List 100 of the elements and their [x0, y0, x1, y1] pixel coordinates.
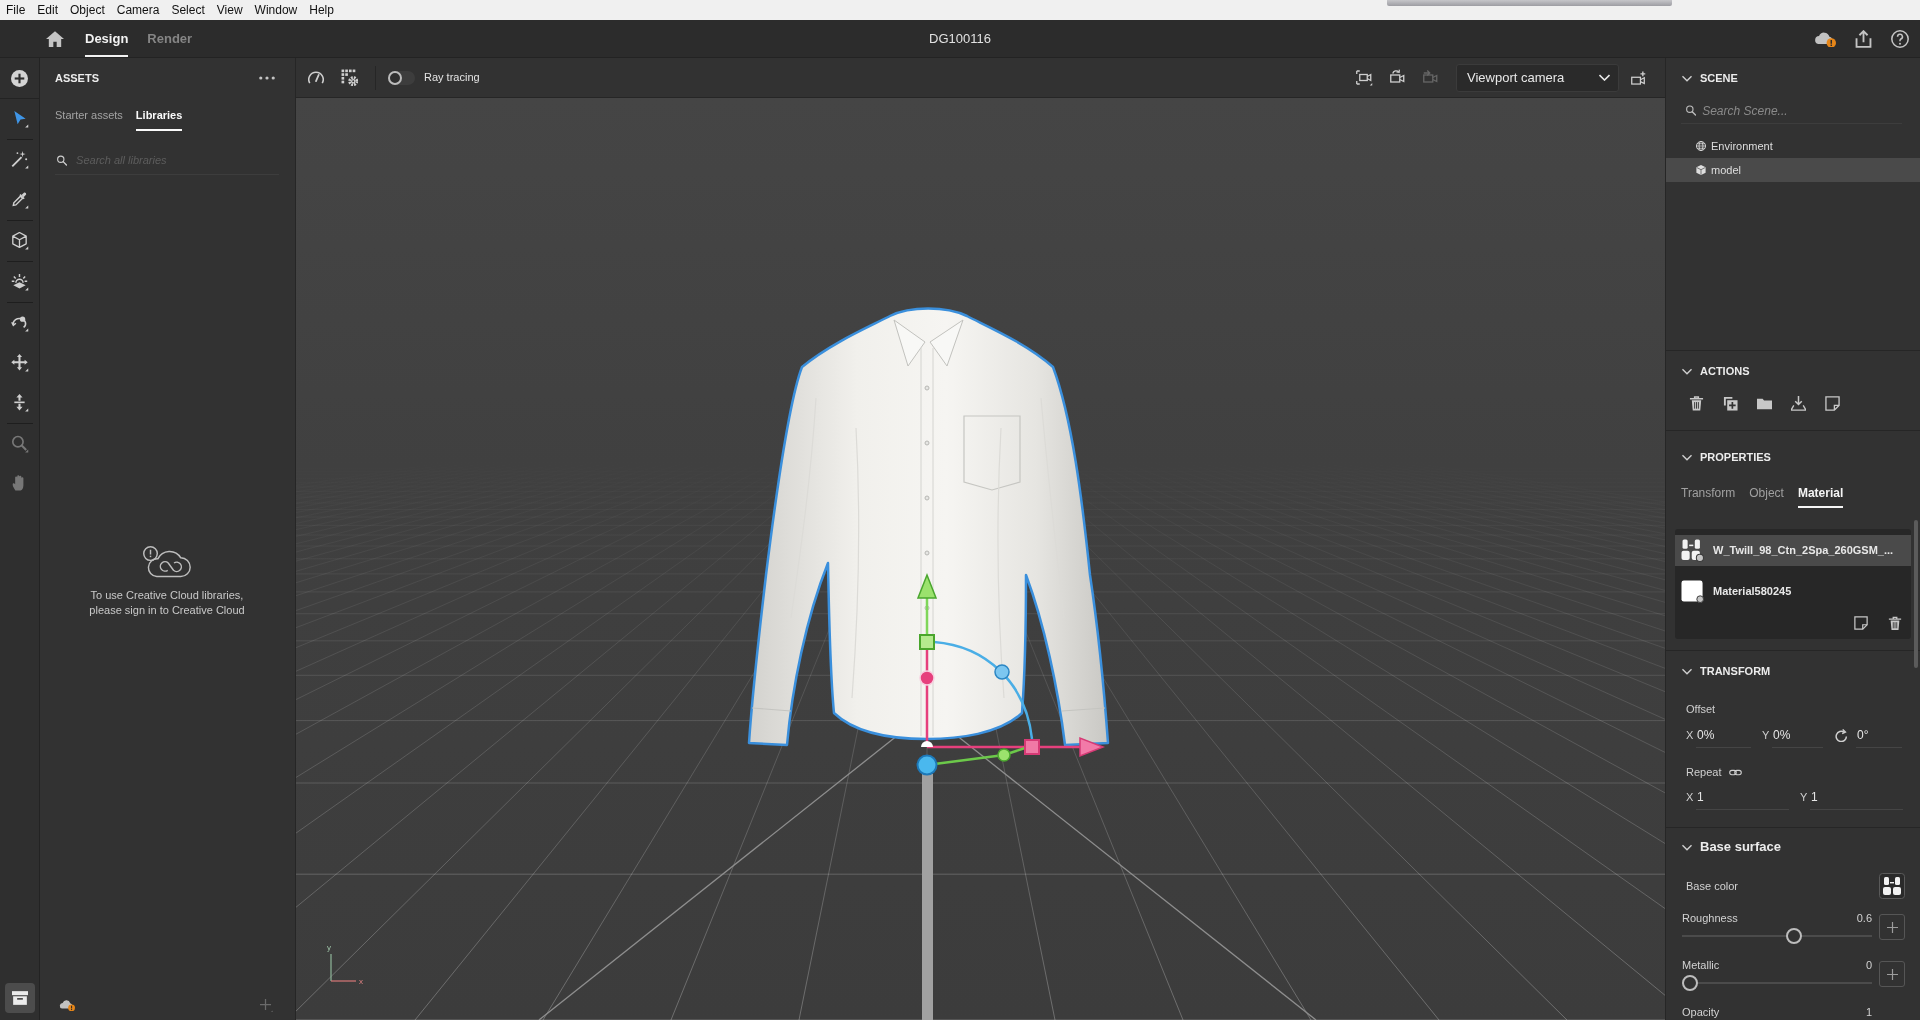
home-icon — [46, 30, 64, 47]
section-title: PROPERTIES — [1700, 449, 1771, 465]
archive-box-icon — [11, 991, 28, 1005]
download-tray-icon — [1790, 395, 1806, 411]
axis-label: Y — [1800, 789, 1809, 805]
material-item[interactable]: W_Twill_98_Ctn_2Spa_260GSM_... — [1675, 535, 1911, 566]
chevron-icon[interactable] — [1682, 74, 1692, 82]
document-title: DG100116 — [929, 29, 991, 48]
cloud-warning-icon — [59, 999, 75, 1011]
transform-gizmo[interactable] — [916, 572, 1106, 776]
share-button[interactable] — [1855, 29, 1872, 48]
page-curl-icon — [1824, 395, 1840, 411]
link-icon[interactable] — [1729, 768, 1743, 776]
axis-label: X — [1686, 727, 1695, 743]
camera-frame-icon — [1355, 69, 1373, 86]
tree-item[interactable]: Environment — [1666, 134, 1920, 158]
menu-item[interactable]: Object — [64, 0, 111, 20]
plus-circle-icon — [11, 69, 28, 87]
plus-icon — [1886, 968, 1898, 980]
mode-tab[interactable]: Render — [147, 20, 193, 57]
panel-tab[interactable]: Libraries — [135, 100, 183, 131]
menu-item[interactable]: Select — [165, 0, 211, 20]
slider-label: Roughness — [1682, 911, 1738, 926]
cloud-alert-icon — [143, 546, 191, 579]
repeat-x-field[interactable]: 1 — [1696, 784, 1789, 810]
chevron-icon[interactable] — [1682, 367, 1692, 375]
slider-thumb[interactable] — [1786, 928, 1803, 944]
offset-x-field[interactable]: 0% — [1696, 722, 1751, 748]
chevron-icon[interactable] — [1682, 843, 1692, 851]
fabric-swatch-icon[interactable] — [1879, 873, 1905, 899]
section-title: ACTIONS — [1700, 363, 1750, 379]
slider-value: 1 — [1865, 1005, 1872, 1020]
cloud-status-button[interactable] — [1814, 30, 1836, 47]
section-title: TRANSFORM — [1700, 663, 1771, 679]
axis-label: y — [327, 943, 331, 952]
add-map-button[interactable] — [1879, 961, 1905, 987]
menu-item[interactable]: Window — [248, 0, 304, 20]
property-tab[interactable]: Material — [1797, 479, 1844, 508]
search-field[interactable]: Search Scene... — [1702, 101, 1902, 120]
cube-icon — [1696, 165, 1706, 175]
property-tab[interactable]: Object — [1749, 479, 1784, 508]
trash-icon — [1888, 615, 1902, 631]
share-icon — [1855, 29, 1872, 48]
fabric-thumbnail-icon — [1681, 539, 1704, 562]
axis-label: X — [1686, 789, 1695, 805]
sun-icon — [10, 273, 29, 291]
axis-label: x — [359, 977, 363, 986]
field-label: Base color — [1686, 879, 1738, 894]
assets-panel-toggle[interactable] — [4, 983, 35, 1013]
menu-item[interactable]: Camera — [110, 0, 166, 20]
chevron-icon[interactable] — [1682, 667, 1692, 675]
add-map-button[interactable] — [1879, 914, 1905, 940]
move-icon — [10, 354, 29, 372]
more-button[interactable] — [259, 76, 275, 80]
toggle-label: Ray tracing — [424, 70, 480, 86]
plus-icon — [260, 998, 273, 1012]
rotation-field[interactable]: 0° — [1856, 722, 1902, 748]
menu-item[interactable]: Edit — [31, 0, 65, 20]
section-title: SCENE — [1700, 70, 1738, 86]
cube-icon — [10, 232, 29, 250]
page-curl-icon — [1854, 616, 1868, 630]
panel-tab[interactable]: Starter assets — [55, 100, 123, 131]
field-label: Offset — [1686, 702, 1716, 717]
field-label: Repeat — [1686, 765, 1722, 780]
grid-gear-icon — [340, 69, 358, 86]
caret-icon — [1599, 74, 1610, 81]
shirt-drawing[interactable] — [747, 307, 1110, 747]
scrollbar[interactable] — [1914, 520, 1918, 668]
slider-label: Metallic — [1682, 958, 1720, 973]
slider-thumb[interactable] — [1682, 975, 1698, 991]
add-library-button[interactable] — [260, 998, 273, 1012]
trash-icon — [1688, 395, 1704, 411]
search-icon — [57, 154, 68, 166]
gauge-icon — [308, 71, 324, 84]
camera-dropdown[interactable]: Viewport camera — [1456, 63, 1619, 92]
toggle-switch[interactable] — [388, 70, 415, 85]
offset-y-field[interactable]: 0% — [1772, 722, 1823, 748]
menu-item[interactable]: View — [210, 0, 249, 20]
property-tab[interactable]: Transform — [1681, 479, 1736, 508]
plus-icon — [1886, 921, 1898, 933]
duplicate-icon — [1722, 395, 1738, 411]
search-icon — [1686, 105, 1697, 116]
rotate-icon — [1835, 728, 1848, 742]
help-icon — [1891, 29, 1909, 48]
repeat-y-field[interactable]: 1 — [1810, 784, 1903, 810]
camera-redo-icon — [1421, 69, 1439, 86]
menu-item[interactable]: File — [0, 0, 32, 20]
magic-wand-icon — [10, 151, 29, 169]
section-title: Base surface — [1700, 838, 1781, 857]
orbit-icon — [10, 314, 29, 332]
tree-item[interactable]: model — [1666, 158, 1920, 182]
zoom-icon — [10, 435, 29, 453]
help-button[interactable] — [1891, 29, 1909, 48]
menu-item[interactable]: Help — [303, 0, 340, 20]
home-button[interactable] — [46, 30, 64, 47]
chevron-icon[interactable] — [1682, 453, 1692, 461]
cloud-sync-button[interactable] — [59, 999, 75, 1011]
material-item[interactable]: Material580245 — [1675, 576, 1911, 607]
sign-in-message: To use Creative Cloud libraries, please sign in to Creative Cloud — [88, 588, 246, 619]
panel-title: ASSETS — [55, 70, 99, 86]
